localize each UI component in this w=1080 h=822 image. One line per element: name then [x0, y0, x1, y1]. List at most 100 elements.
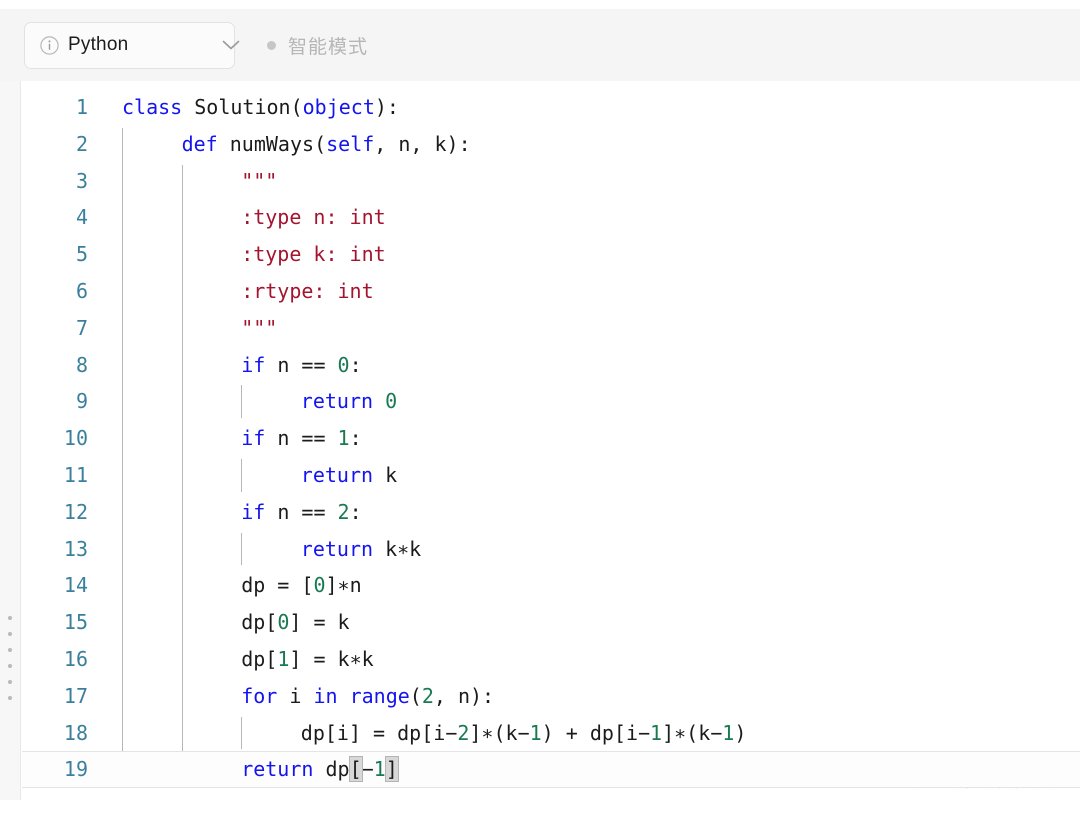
language-selector-label: Python: [68, 34, 129, 55]
line-number: 3: [75, 168, 88, 193]
code-line-content[interactable]: if n == 1:: [100, 420, 1080, 457]
code-line-content[interactable]: for i in range(2, n):: [100, 678, 1080, 715]
code-token: (: [314, 131, 327, 156]
code-token: ] = k: [289, 610, 350, 635]
code-line[interactable]: 17 for i in range(2, n):: [22, 678, 1080, 715]
code-token: n ==: [265, 426, 338, 451]
code-token: return: [300, 389, 374, 414]
line-number: 7: [75, 315, 88, 340]
code-line[interactable]: 4 :type n: int: [22, 199, 1080, 236]
code-token: 0: [337, 352, 350, 377]
code-token: 1: [529, 720, 542, 745]
code-line-content[interactable]: dp[1] = k∗k: [100, 641, 1080, 678]
smart-mode-indicator[interactable]: 智能模式: [267, 32, 368, 59]
code-token: :: [349, 352, 362, 377]
code-token: dp[: [241, 646, 278, 671]
code-token: n ==: [265, 352, 338, 377]
code-line[interactable]: 10 if n == 1:: [22, 420, 1080, 457]
code-token: range: [349, 683, 410, 708]
code-line-content[interactable]: dp[i] = dp[i−2]∗(k−1) + dp[i−1]∗(k−1): [100, 715, 1080, 752]
code-token: , n):: [433, 683, 495, 708]
code-token: ): [734, 720, 747, 745]
code-token: 1: [650, 720, 663, 745]
code-line[interactable]: 6 :rtype: int: [22, 273, 1080, 310]
code-line-content[interactable]: """: [100, 163, 1080, 200]
code-line-content[interactable]: """: [100, 310, 1080, 347]
code-lines-container[interactable]: 1 class Solution(object): 2 def numWays(sel…: [22, 81, 1080, 789]
code-line[interactable]: 1 class Solution(object):: [22, 89, 1080, 126]
code-line-content[interactable]: def numWays(self, n, k):: [100, 126, 1080, 163]
code-token: :: [349, 426, 362, 451]
code-token: i: [277, 683, 314, 708]
code-token: for: [241, 683, 278, 708]
code-line[interactable]: 16 dp[1] = k∗k: [22, 641, 1080, 678]
code-line[interactable]: 9 return 0: [22, 383, 1080, 420]
code-token: ]∗(k−: [662, 720, 723, 745]
code-token: 1: [373, 757, 386, 782]
code-line[interactable]: 18 dp[i] = dp[i−2]∗(k−1) + dp[i−1]∗(k−1): [22, 715, 1080, 752]
code-token: (: [409, 683, 422, 708]
line-number: 12: [63, 499, 88, 524]
code-line-content[interactable]: class Solution(object):: [100, 89, 1080, 126]
code-line-content[interactable]: if n == 0:: [100, 347, 1080, 384]
language-selector[interactable]: Python: [24, 21, 240, 69]
code-line[interactable]: 3 """: [22, 163, 1080, 200]
line-number: 19: [63, 757, 88, 782]
code-token: """: [241, 168, 278, 193]
code-token: 1: [722, 720, 735, 745]
line-number: 4: [75, 205, 88, 230]
code-token: :: [349, 499, 362, 524]
code-token: k: [373, 462, 398, 487]
code-token: Solution: [194, 95, 291, 119]
info-circle-icon: [40, 35, 59, 55]
line-number: 6: [75, 278, 88, 303]
code-token: ]∗(k−: [469, 720, 530, 745]
line-number: 15: [63, 610, 88, 635]
code-line[interactable]: 15 dp[0] = k: [22, 604, 1080, 641]
line-number: 14: [63, 573, 88, 598]
code-line-content[interactable]: :type k: int: [100, 236, 1080, 273]
code-token: 0: [277, 610, 290, 635]
code-line-content[interactable]: dp[0] = k: [100, 604, 1080, 641]
code-line[interactable]: 8 if n == 0:: [22, 347, 1080, 384]
code-token: return: [300, 462, 374, 487]
line-number: 18: [63, 720, 88, 745]
line-number: 2: [75, 131, 88, 156]
code-line[interactable]: 14 dp = [0]∗n: [22, 567, 1080, 604]
code-line[interactable]: 13 return k∗k: [22, 531, 1080, 568]
code-line-content[interactable]: return 0: [100, 383, 1080, 420]
code-editor-pane[interactable]: 1 class Solution(object): 2 def numWays(sel…: [22, 81, 1080, 822]
chevron-down-icon[interactable]: [184, 39, 240, 51]
code-line[interactable]: 5:type k: int: [22, 236, 1080, 273]
code-line-content[interactable]: if n == 2:: [100, 494, 1080, 531]
code-line[interactable]: 12 if n == 2:: [22, 494, 1080, 531]
code-line[interactable]: 11 return k: [22, 457, 1080, 494]
code-token: dp[: [241, 610, 278, 635]
resize-handle-icon[interactable]: [8, 616, 14, 700]
code-line-content[interactable]: return k: [100, 457, 1080, 494]
code-line-content[interactable]: dp = [0]∗n: [100, 567, 1080, 604]
code-token: in: [313, 683, 338, 708]
panel-resizer[interactable]: [0, 81, 21, 800]
code-token: 2: [337, 499, 350, 524]
code-token: return: [241, 757, 314, 782]
bracket-match: ]: [384, 756, 399, 783]
code-line[interactable]: 7 """: [22, 310, 1080, 347]
code-token: n ==: [265, 499, 338, 524]
code-token: numWays: [229, 131, 315, 156]
code-token: if: [241, 499, 266, 524]
code-line-content[interactable]: return k∗k: [100, 531, 1080, 568]
code-token: ]∗n: [325, 573, 362, 598]
code-line-content[interactable]: return dp[−1]: [100, 751, 1080, 788]
code-line-content[interactable]: :rtype: int: [100, 273, 1080, 310]
code-token: k∗k: [373, 536, 422, 561]
code-line-content[interactable]: :type n: int: [100, 199, 1080, 236]
line-number: 13: [63, 536, 88, 561]
code-line[interactable]: 2 def numWays(self, n, k):: [22, 126, 1080, 163]
code-token: ] = k∗k: [289, 646, 374, 671]
code-token: :type k: int: [241, 242, 386, 267]
code-token: 2: [457, 720, 470, 745]
code-line[interactable]: 19 return dp[−1]: [22, 751, 1080, 789]
